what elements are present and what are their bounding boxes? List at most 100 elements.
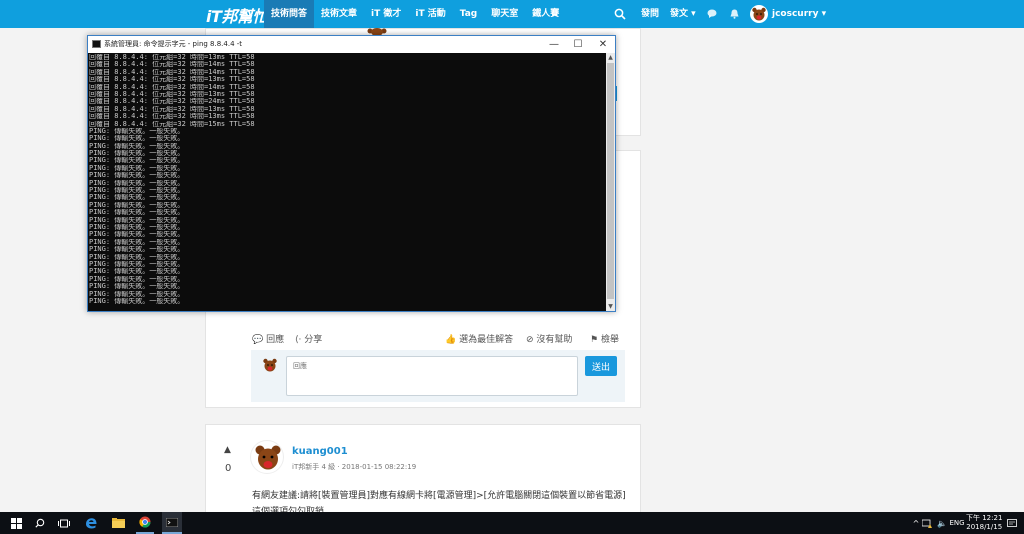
console-line: 回覆自 8.8.4.4: 位元組=32 時間=24ms TTL=58 xyxy=(89,98,255,106)
console-line: PING: 傳輸失敗。一般失敗。 xyxy=(89,260,185,268)
console-line: PING: 傳輸失敗。一般失敗。 xyxy=(89,142,185,150)
command-prompt-window[interactable]: 系統管理員: 命令提示字元 - ping 8.8.4.4 -t — ☐ ✕ 回覆… xyxy=(87,35,616,312)
nav-item-tag[interactable]: Tag xyxy=(453,0,485,28)
console-line: PING: 傳輸失敗。一般失敗。 xyxy=(89,127,185,135)
answer-meta: iT邦新手 4 級 · 2018-01-15 08:22:19 xyxy=(292,463,417,471)
console-line: PING: 傳輸失敗。一般失敗。 xyxy=(89,268,185,276)
file-explorer-icon[interactable] xyxy=(110,512,126,534)
share-action-label: 分享 xyxy=(304,335,323,345)
user-menu[interactable]: jcoscurry ▾ xyxy=(772,0,826,28)
reply-input[interactable] xyxy=(286,356,578,396)
search-icon[interactable] xyxy=(614,8,626,20)
scroll-up-icon[interactable]: ▲ xyxy=(606,53,615,62)
reply-action[interactable]: 💬 回應 xyxy=(252,332,284,345)
scroll-thumb[interactable] xyxy=(607,63,614,299)
nav-item-qa[interactable]: 技術問答 xyxy=(264,0,315,28)
upvote-icon[interactable]: ▲ xyxy=(224,445,231,455)
chrome-icon[interactable] xyxy=(136,512,154,534)
console-line: 回覆自 8.8.4.4: 位元組=32 時間=14ms TTL=58 xyxy=(89,68,255,76)
share-action[interactable]: ⟨· 分享 xyxy=(295,332,322,345)
window-title: 系統管理員: 命令提示字元 - ping 8.8.4.4 -t xyxy=(104,40,243,48)
nav-item-jobs[interactable]: iT 徵才 xyxy=(364,0,408,28)
console-output[interactable]: 回覆自 8.8.4.4: 位元組=32 時間=13ms TTL=58 回覆自 8.… xyxy=(89,54,606,311)
report-action[interactable]: ⚑ 檢舉 xyxy=(590,332,619,345)
clock-date: 2018/1/15 xyxy=(966,523,1003,531)
console-line: PING: 傳輸失敗。一般失敗。 xyxy=(89,283,185,291)
answer-author-avatar[interactable] xyxy=(250,440,284,474)
search-icon[interactable] xyxy=(32,512,48,534)
vote-count: 0 xyxy=(225,463,232,474)
console-line: PING: 傳輸失敗。一般失敗。 xyxy=(89,150,185,158)
site-header: iT邦幫忙 技術問答 技術文章 iT 徵才 iT 活動 Tag 聊天室 鐵人賽 … xyxy=(0,0,1024,28)
edge-browser-icon[interactable] xyxy=(83,512,99,534)
username: jcoscurry xyxy=(772,9,819,19)
windows-start-icon[interactable] xyxy=(8,512,24,534)
site-logo[interactable]: iT邦幫忙 xyxy=(206,3,268,27)
console-line: PING: 傳輸失敗。一般失敗。 xyxy=(89,216,185,224)
console-line: PING: 傳輸失敗。一般失敗。 xyxy=(89,290,185,298)
window-titlebar[interactable]: 系統管理員: 命令提示字元 - ping 8.8.4.4 -t — ☐ ✕ xyxy=(88,36,615,53)
reply-action-label: 回應 xyxy=(266,335,285,345)
best-answer-label: 選為最佳解答 xyxy=(459,335,514,345)
post-label: 發文 xyxy=(670,9,689,19)
console-line: 回覆自 8.8.4.4: 位元組=32 時間=13ms TTL=58 xyxy=(89,105,255,113)
caret-down-icon: ▾ xyxy=(688,9,696,19)
answer-author-name[interactable]: kuang001 xyxy=(292,446,348,457)
flag-icon: ⚑ xyxy=(590,335,599,345)
nav-item-ironman[interactable]: 鐵人賽 xyxy=(525,0,566,28)
notification-icon[interactable] xyxy=(1006,512,1018,534)
console-line: PING: 傳輸失敗。一般失敗。 xyxy=(89,275,185,283)
cmd-taskbar-icon[interactable] xyxy=(162,512,182,534)
nav-item-events[interactable]: iT 活動 xyxy=(408,0,452,28)
taskbar-clock[interactable]: 下午 12:21 2018/1/15 xyxy=(966,514,1002,532)
windows-taskbar: ^ 🔈 ENG 下午 12:21 2018/1/15 xyxy=(0,512,1024,534)
console-line: PING: 傳輸失敗。一般失敗。 xyxy=(89,135,185,143)
console-line: 回覆自 8.8.4.4: 位元組=32 時間=13ms TTL=58 xyxy=(89,113,255,121)
share-icon: ⟨· xyxy=(295,335,302,345)
console-line: PING: 傳輸失敗。一般失敗。 xyxy=(89,297,185,305)
user-avatar[interactable] xyxy=(750,5,768,23)
ask-link[interactable]: 發問 xyxy=(641,0,659,28)
console-line: 回覆自 8.8.4.4: 位元組=32 時間=14ms TTL=58 xyxy=(89,83,255,91)
volume-icon[interactable]: 🔈 xyxy=(936,512,948,534)
reply-avatar xyxy=(261,356,279,374)
not-helpful-label: 沒有幫助 xyxy=(536,335,573,345)
nav-item-articles[interactable]: 技術文章 xyxy=(314,0,364,28)
best-answer-action[interactable]: 👍 選為最佳解答 xyxy=(445,332,513,345)
console-scrollbar[interactable]: ▲ ▼ xyxy=(606,53,615,311)
maximize-button[interactable]: ☐ xyxy=(566,36,590,53)
main-nav: 技術問答 技術文章 iT 徵才 iT 活動 Tag 聊天室 鐵人賽 xyxy=(264,0,566,28)
not-helpful-action[interactable]: ⊘ 沒有幫助 xyxy=(526,332,572,345)
console-line: PING: 傳輸失敗。一般失敗。 xyxy=(89,231,185,239)
bell-icon[interactable] xyxy=(730,9,739,19)
thumbs-up-icon: 👍 xyxy=(445,335,457,345)
task-view-icon[interactable] xyxy=(56,512,72,534)
post-menu[interactable]: 發文 ▾ xyxy=(670,0,696,28)
input-language[interactable]: ENG xyxy=(949,512,964,534)
close-button[interactable]: ✕ xyxy=(591,36,615,53)
console-line: PING: 傳輸失敗。一般失敗。 xyxy=(89,238,185,246)
chevron-up-icon[interactable]: ^ xyxy=(912,512,920,534)
console-line: PING: 傳輸失敗。一般失敗。 xyxy=(89,223,185,231)
ban-icon: ⊘ xyxy=(526,335,534,345)
caret-down-icon: ▾ xyxy=(818,9,827,19)
console-line: PING: 傳輸失敗。一般失敗。 xyxy=(89,201,185,209)
console-line: PING: 傳輸失敗。一般失敗。 xyxy=(89,187,185,195)
console-line: 回覆自 8.8.4.4: 位元組=32 時間=15ms TTL=58 xyxy=(89,120,255,128)
scroll-down-icon[interactable]: ▼ xyxy=(606,302,615,311)
console-line: PING: 傳輸失敗。一般失敗。 xyxy=(89,194,185,202)
console-line: 回覆自 8.8.4.4: 位元組=32 時間=14ms TTL=58 xyxy=(89,61,255,69)
chat-icon[interactable] xyxy=(707,9,717,19)
send-button[interactable]: 送出 xyxy=(585,356,617,376)
console-line: PING: 傳輸失敗。一般失敗。 xyxy=(89,172,185,180)
report-label: 檢舉 xyxy=(600,335,619,345)
console-line: PING: 傳輸失敗。一般失敗。 xyxy=(89,209,185,217)
network-warning-icon[interactable] xyxy=(922,512,932,534)
comment-icon: 💬 xyxy=(252,335,264,345)
nav-item-chatroom[interactable]: 聊天室 xyxy=(484,0,525,28)
console-line: 回覆自 8.8.4.4: 位元組=32 時間=13ms TTL=58 xyxy=(89,76,255,84)
console-line: PING: 傳輸失敗。一般失敗。 xyxy=(89,179,185,187)
console-line: PING: 傳輸失敗。一般失敗。 xyxy=(89,246,185,254)
minimize-button[interactable]: — xyxy=(542,36,566,53)
terminal-icon xyxy=(92,40,101,48)
